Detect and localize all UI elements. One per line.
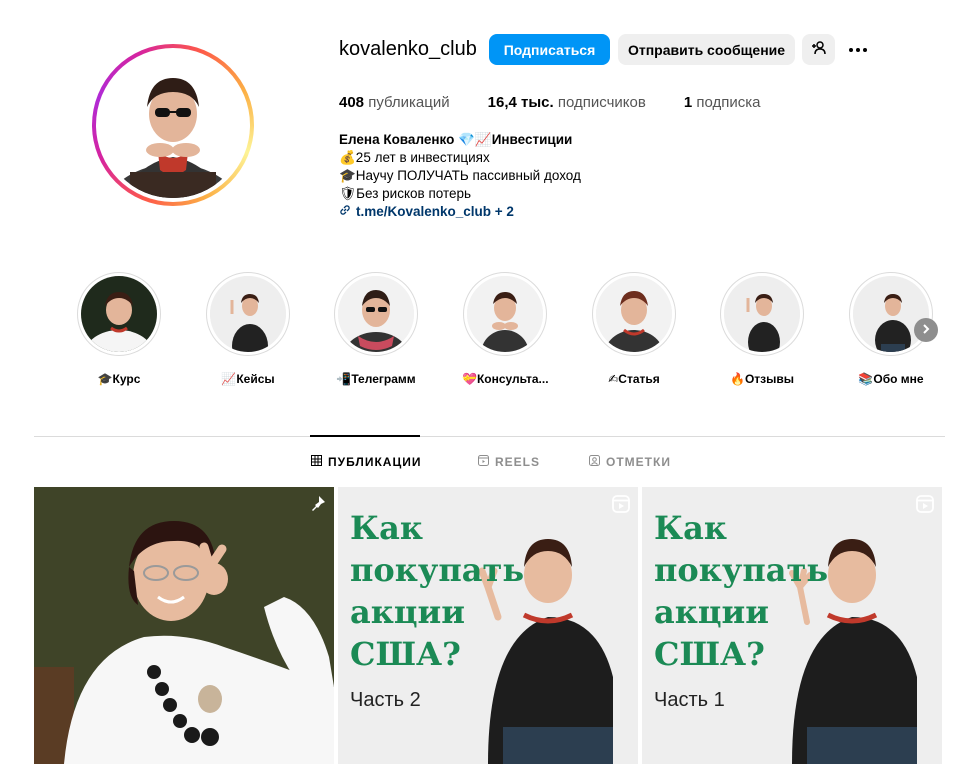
reels-icon — [916, 495, 934, 518]
highlight-cover — [853, 276, 929, 352]
bio-link[interactable]: t.me/Kovalenko_club + 2 — [339, 203, 581, 221]
followers-count: 16,4 тыс. — [487, 94, 554, 111]
followers-label: подписчиков — [557, 94, 646, 111]
following-stat[interactable]: 1 подписка — [684, 94, 761, 111]
avatar-inner — [96, 48, 250, 202]
profile-stats: 408 публикаций 16,4 тыс. подписчиков 1 п… — [339, 94, 798, 111]
highlight-ring — [592, 272, 676, 356]
highlight-ring — [720, 272, 804, 356]
highlight-label: 📲Телеграмм — [336, 372, 416, 386]
post-subtitle: Часть 2 — [350, 689, 421, 711]
tab-reels-label: REELS — [495, 455, 541, 469]
posts-label: публикаций — [368, 94, 450, 111]
highlight-ring — [849, 272, 933, 356]
highlight-ring — [334, 272, 418, 356]
highlight-reviews[interactable]: 🔥Отзывы — [719, 272, 805, 386]
highlight-telegram[interactable]: 📲Телеграмм — [333, 272, 419, 386]
reels-icon — [478, 455, 489, 469]
profile-bio: Елена Коваленко 💎📈Инвестиции 💰25 лет в и… — [339, 131, 581, 221]
tab-posts[interactable]: ПУБЛИКАЦИИ — [311, 455, 421, 469]
highlight-cover — [724, 276, 800, 352]
bio-link-text: t.me/Kovalenko_club + 2 — [356, 204, 514, 219]
highlight-cover — [338, 276, 414, 352]
highlight-label: 🔥Отзывы — [730, 372, 794, 386]
highlight-label: 📚Обо мне — [858, 372, 924, 386]
posts-count: 408 — [339, 94, 365, 111]
avatar-photo — [100, 52, 246, 198]
post-tile[interactable] — [34, 487, 334, 764]
highlight-cases[interactable]: 📈Кейсы — [205, 272, 291, 386]
highlight-article[interactable]: ✍Статья — [591, 272, 677, 386]
grid-icon — [311, 455, 322, 469]
profile-avatar[interactable] — [92, 44, 254, 206]
reels-icon — [612, 495, 630, 518]
highlight-consultation[interactable]: 💝Консульта... — [462, 272, 549, 386]
highlight-course[interactable]: 🎓Курс — [76, 272, 162, 386]
post-tile[interactable]: Как покупать акции США? Часть 1 — [642, 487, 942, 764]
posts-stat[interactable]: 408 публикаций — [339, 94, 450, 111]
tab-tagged-label: ОТМЕТКИ — [606, 455, 671, 469]
more-options-button[interactable] — [843, 34, 873, 65]
chevron-right-icon — [921, 321, 931, 339]
tag-icon — [589, 455, 600, 469]
more-dots-icon — [849, 47, 867, 52]
highlight-label: 🎓Курс — [97, 372, 141, 386]
suggest-accounts-button[interactable] — [802, 34, 835, 65]
highlight-label: 💝Консульта... — [462, 372, 549, 386]
highlight-label: 📈Кейсы — [221, 372, 275, 386]
bio-name: Елена Коваленко 💎📈Инвестиции — [339, 132, 573, 147]
post-photo — [34, 487, 334, 764]
highlight-cover — [467, 276, 543, 352]
highlight-ring — [206, 272, 290, 356]
tab-reels[interactable]: REELS — [478, 455, 540, 469]
following-label: подписка — [696, 94, 761, 111]
bio-line-3: 🛡Без рисков потерь — [339, 186, 472, 201]
highlight-cover — [596, 276, 672, 352]
active-tab-indicator — [310, 435, 420, 437]
post-title: Как покупать акции США? — [654, 509, 829, 673]
add-person-icon — [811, 40, 827, 59]
tab-tagged[interactable]: ОТМЕТКИ — [589, 455, 671, 469]
link-icon — [339, 203, 351, 221]
send-message-button[interactable]: Отправить сообщение — [618, 34, 795, 65]
bio-line-2: 🎓Научу ПОЛУЧАТЬ пассивный доход — [339, 168, 581, 183]
highlight-ring — [77, 272, 161, 356]
follow-button[interactable]: Подписаться — [489, 34, 610, 65]
post-title: Как покупать акции США? — [350, 509, 525, 673]
highlights-next-button[interactable] — [914, 318, 938, 342]
highlight-cover — [210, 276, 286, 352]
highlight-ring — [463, 272, 547, 356]
post-tile[interactable]: Как покупать акции США? Часть 2 — [338, 487, 638, 764]
post-subtitle: Часть 1 — [654, 689, 725, 711]
following-count: 1 — [683, 94, 693, 111]
highlight-cover — [81, 276, 157, 352]
pin-icon — [308, 495, 326, 518]
highlight-label: ✍Статья — [608, 372, 660, 386]
bio-line-1: 💰25 лет в инвестициях — [339, 150, 490, 165]
profile-username: kovalenko_club — [339, 38, 477, 60]
tab-posts-label: ПУБЛИКАЦИИ — [328, 455, 422, 469]
tabs-divider — [34, 436, 945, 437]
followers-stat[interactable]: 16,4 тыс. подписчиков — [488, 94, 646, 111]
